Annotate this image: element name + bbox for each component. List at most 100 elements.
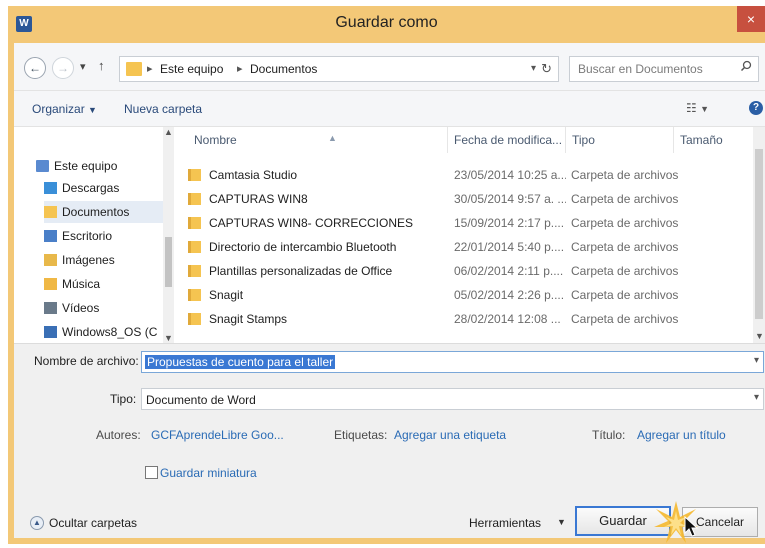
nav-item-escritorio[interactable]: Escritorio (44, 225, 173, 247)
command-toolbar: Organizar ▼ Nueva carpeta ☷ ▼ ? (14, 91, 765, 127)
table-row[interactable]: Snagit 05/02/2014 2:26 p.... Carpeta de … (176, 283, 753, 307)
column-label: Nombre (194, 133, 237, 147)
save-thumbnail-checkbox[interactable] (145, 466, 158, 479)
column-header-size[interactable]: Tamaño (674, 127, 753, 153)
nav-scrollbar[interactable]: ▲ ▼ (163, 127, 174, 343)
file-name: Plantillas personalizadas de Office (209, 264, 393, 278)
chevron-down-icon: ▼ (88, 105, 97, 115)
breadcrumb-documentos[interactable]: Documentos (250, 62, 317, 76)
filename-input[interactable]: Propuestas de cuento para el taller ▾ (141, 351, 764, 373)
scroll-up-icon[interactable]: ▲ (164, 127, 173, 137)
up-arrow-icon: ↑ (98, 58, 105, 73)
table-row[interactable]: CAPTURAS WIN8- CORRECCIONES 15/09/2014 2… (176, 211, 753, 235)
change-view-icon[interactable]: ☷ ▼ (686, 101, 709, 115)
authors-label: Autores: (96, 428, 141, 442)
desktop-folder-icon (44, 230, 57, 242)
table-row[interactable]: CAPTURAS WIN8 30/05/2014 9:57 a. ... Car… (176, 187, 753, 211)
file-type: Carpeta de archivos (571, 168, 679, 182)
hide-folders-button[interactable]: ▲ Ocultar carpetas (30, 516, 137, 530)
scroll-thumb[interactable] (165, 237, 172, 287)
scroll-down-icon[interactable]: ▼ (164, 333, 173, 343)
column-header-name[interactable]: Nombre ▲ (188, 127, 448, 153)
chevron-down-icon[interactable]: ▾ (754, 355, 759, 366)
search-icon (740, 60, 752, 75)
tags-label: Etiquetas: (334, 428, 388, 442)
file-date: 15/09/2014 2:17 p.... (454, 216, 565, 230)
folder-icon (188, 217, 201, 229)
refresh-icon[interactable]: ↻ (541, 61, 552, 77)
address-bar[interactable]: ▸ Este equipo ▸ Documentos ▾ ↻ (119, 56, 559, 82)
up-button[interactable]: ↑ (98, 58, 105, 73)
type-label: Tipo: (110, 392, 137, 406)
forward-arrow-icon: → (57, 61, 69, 75)
nav-item-este-equipo[interactable]: Este equipo (36, 155, 173, 177)
file-list: Nombre ▲ Fecha de modifica... Tipo Tamañ… (176, 127, 753, 343)
file-type-select[interactable]: Documento de Word ▾ (141, 388, 764, 410)
chevron-down-icon[interactable]: ▾ (531, 63, 536, 74)
nav-label: Escritorio (62, 229, 113, 243)
file-date: 05/02/2014 2:26 p.... (454, 288, 565, 302)
file-name: Snagit (209, 288, 244, 302)
column-header-type[interactable]: Tipo (566, 127, 674, 153)
file-list-scrollbar[interactable]: ▼ (753, 127, 765, 343)
tools-menu[interactable]: Herramientas (469, 516, 541, 530)
computer-icon (36, 160, 49, 172)
search-placeholder: Buscar en Documentos (578, 62, 703, 76)
dialog-body: ← → ▾ ↑ ▸ Este equipo ▸ Documentos ▾ ↻ B… (14, 43, 765, 543)
breadcrumb-este-equipo[interactable]: Este equipo (160, 62, 223, 76)
save-thumbnail-label[interactable]: Guardar miniatura (160, 466, 257, 480)
nav-item-documentos[interactable]: Documentos (44, 201, 173, 223)
table-row[interactable]: Directorio de intercambio Bluetooth 22/0… (176, 235, 753, 259)
file-date: 22/01/2014 5:40 p.... (454, 240, 565, 254)
file-name: Snagit Stamps (209, 312, 288, 326)
back-arrow-icon: ← (29, 61, 41, 75)
folder-icon (126, 62, 142, 76)
add-tag-field[interactable]: Agregar una etiqueta (394, 428, 506, 442)
breadcrumb-separator-icon: ▸ (147, 63, 153, 75)
back-button[interactable]: ← (24, 57, 46, 79)
nav-item-descargas[interactable]: Descargas (44, 177, 173, 199)
forward-button[interactable]: → (52, 57, 74, 79)
breadcrumb-separator-icon: ▸ (237, 63, 243, 75)
file-type: Carpeta de archivos (571, 240, 679, 254)
folder-icon (188, 241, 201, 253)
new-folder-button[interactable]: Nueva carpeta (124, 102, 202, 116)
filename-value: Propuestas de cuento para el taller (145, 355, 336, 369)
file-type: Carpeta de archivos (571, 264, 679, 278)
nav-item-windows-drive[interactable]: Windows8_OS (C (44, 321, 173, 343)
add-title-field[interactable]: Agregar un título (637, 428, 726, 442)
nav-item-imagenes[interactable]: Imágenes (44, 249, 173, 271)
organize-menu[interactable]: Organizar ▼ (32, 102, 97, 116)
file-type: Carpeta de archivos (571, 216, 679, 230)
file-date: 30/05/2014 9:57 a. ... (454, 192, 566, 206)
search-input[interactable]: Buscar en Documentos (569, 56, 759, 82)
file-name: Camtasia Studio (209, 168, 298, 182)
title-bar[interactable]: W Guardar como × (8, 6, 765, 43)
authors-field[interactable]: GCFAprendeLibre Goo... (151, 428, 284, 442)
nav-item-videos[interactable]: Vídeos (44, 297, 173, 319)
nav-label: Descargas (62, 181, 120, 195)
documents-folder-icon (44, 206, 57, 218)
help-icon[interactable]: ? (749, 101, 763, 115)
recent-locations-dropdown[interactable]: ▾ (80, 60, 86, 73)
chevron-down-icon[interactable]: ▼ (557, 517, 566, 527)
file-name: CAPTURAS WIN8- CORRECCIONES (209, 216, 414, 230)
file-name: Directorio de intercambio Bluetooth (209, 240, 397, 254)
scroll-down-icon[interactable]: ▼ (755, 331, 764, 341)
table-row[interactable]: Plantillas personalizadas de Office 06/0… (176, 259, 753, 283)
table-row[interactable]: Snagit Stamps 28/02/2014 12:08 ... Carpe… (176, 307, 753, 331)
navigation-pane: Este equipo Descargas Documentos Escrito… (14, 127, 174, 343)
table-row[interactable]: Camtasia Studio 23/05/2014 10:25 a... Ca… (176, 163, 753, 187)
file-type: Carpeta de archivos (571, 192, 679, 206)
videos-folder-icon (44, 302, 57, 314)
address-row: ← → ▾ ↑ ▸ Este equipo ▸ Documentos ▾ ↻ B… (14, 43, 765, 91)
nav-label: Windows8_OS (C (62, 325, 158, 339)
nav-item-musica[interactable]: Música (44, 273, 173, 295)
scroll-thumb[interactable] (755, 149, 763, 319)
column-header-date[interactable]: Fecha de modifica... (448, 127, 566, 153)
folder-icon (188, 169, 201, 181)
drive-icon (44, 326, 57, 338)
close-button[interactable]: × (737, 6, 765, 32)
nav-label: Música (62, 277, 101, 291)
downloads-folder-icon (44, 182, 57, 194)
